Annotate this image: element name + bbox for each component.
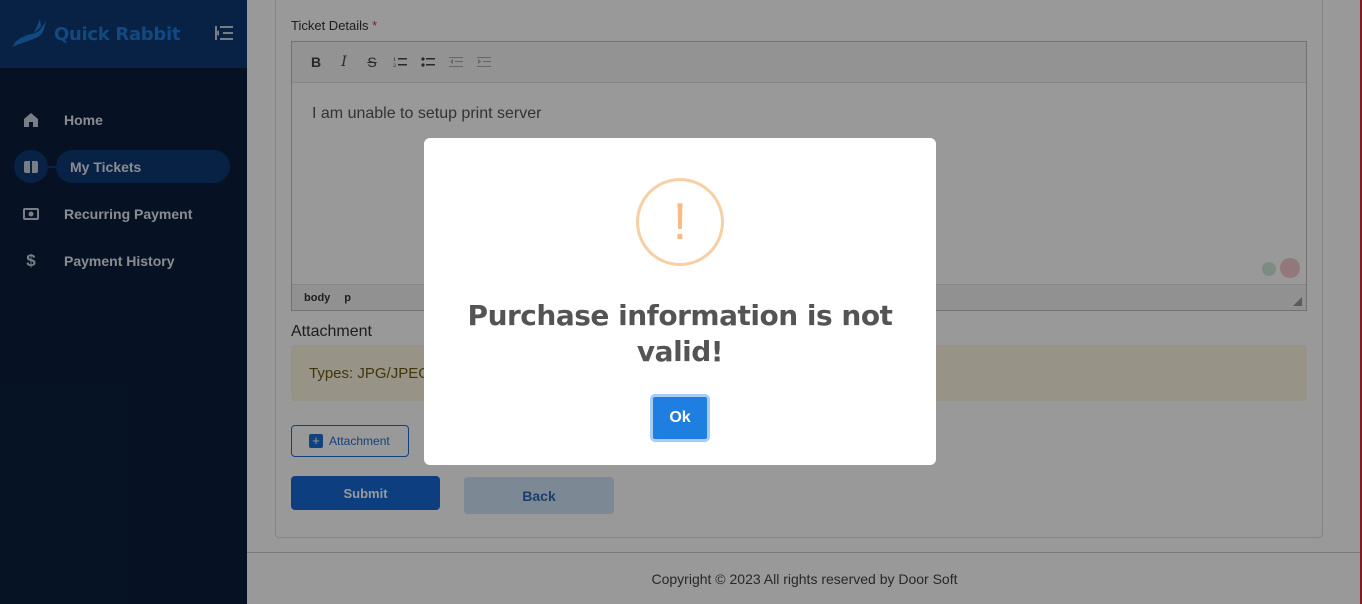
exclamation-mark: ! [672, 193, 688, 251]
alert-dialog: ! Purchase information is not valid! Ok [424, 138, 936, 465]
ok-button[interactable]: Ok [650, 394, 710, 442]
warning-icon: ! [636, 178, 724, 266]
dialog-title: Purchase information is not valid! [467, 299, 893, 368]
